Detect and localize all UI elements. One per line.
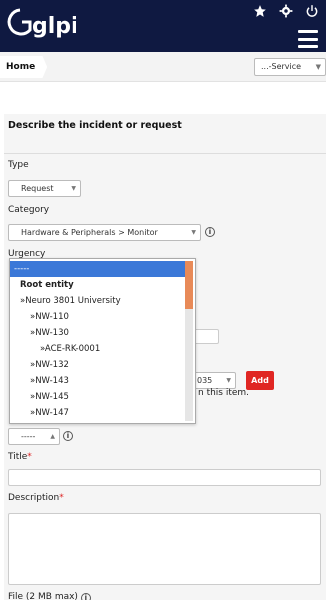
info-icon[interactable]: i — [205, 227, 215, 237]
chevron-down-icon: ▼ — [71, 185, 76, 192]
top-navigation-bar: glpi — [0, 0, 326, 52]
item-note-text: n this item. — [198, 388, 250, 398]
partial-input[interactable] — [193, 329, 219, 344]
title-label: Title* — [8, 452, 32, 462]
chevron-down-icon: ▼ — [226, 377, 231, 384]
title-input[interactable] — [8, 469, 321, 486]
type-label: Type — [8, 160, 29, 170]
category-select[interactable]: Hardware & Peripherals > Monitor ▼ — [8, 224, 201, 241]
type-select-value: Request — [21, 184, 54, 193]
observer-select[interactable]: ----- ▲ — [8, 428, 60, 445]
item-select-value: 035 — [197, 376, 213, 385]
dropdown-option[interactable]: Root entity — [10, 277, 186, 293]
chevron-down-icon: ▼ — [315, 63, 321, 71]
observer-select-value: ----- — [21, 432, 36, 441]
add-button[interactable]: Add — [246, 371, 274, 390]
star-icon[interactable] — [252, 3, 268, 19]
chevron-up-icon: ▲ — [50, 433, 55, 440]
dropdown-option[interactable]: »Neuro 3801 University — [10, 293, 186, 309]
category-label: Category — [8, 205, 50, 215]
dropdown-option[interactable]: »NW-130 — [10, 325, 186, 341]
type-select[interactable]: Request ▼ — [8, 180, 81, 197]
power-icon[interactable] — [304, 3, 320, 19]
info-icon[interactable]: i — [80, 593, 91, 600]
dropdown-option[interactable]: »NW-143 — [10, 373, 186, 389]
info-icon[interactable]: i — [63, 431, 73, 441]
dropdown-option[interactable]: ----- — [10, 261, 186, 277]
description-textarea[interactable] — [8, 513, 321, 585]
dropdown-option[interactable]: »NW-132 — [10, 357, 186, 373]
chevron-down-icon: ▼ — [191, 229, 196, 236]
item-select[interactable]: 035 ▼ — [190, 372, 236, 389]
entity-dropdown-list[interactable]: ----- Root entity »Neuro 3801 University… — [9, 258, 196, 424]
breadcrumb-home[interactable]: Home — [0, 56, 48, 78]
scrollbar-thumb[interactable] — [185, 261, 193, 309]
dropdown-option[interactable]: »NW-110 — [10, 309, 186, 325]
dropdown-scrollbar[interactable] — [185, 261, 193, 421]
service-select-value: ...-Service — [261, 62, 302, 71]
service-select[interactable]: ...-Service ▼ — [254, 58, 326, 76]
description-label: Description* — [8, 493, 64, 503]
header-icons — [252, 3, 320, 19]
hamburger-menu-icon[interactable] — [298, 30, 318, 48]
glpi-logo[interactable]: glpi — [6, 2, 76, 46]
gear-icon[interactable] — [278, 3, 294, 19]
category-select-value: Hardware & Peripherals > Monitor — [21, 228, 158, 237]
form-heading: Describe the incident or request — [4, 114, 326, 154]
dropdown-option[interactable]: »ACE-RK-0001 — [10, 341, 186, 357]
logo-text: glpi — [32, 14, 76, 39]
file-label: File (2 MB max) i — [8, 592, 91, 600]
dropdown-option[interactable]: »NW-145 — [10, 389, 186, 405]
dropdown-option[interactable]: »NW-147 — [10, 405, 186, 421]
breadcrumb-bar: Home ...-Service ▼ — [0, 52, 326, 82]
